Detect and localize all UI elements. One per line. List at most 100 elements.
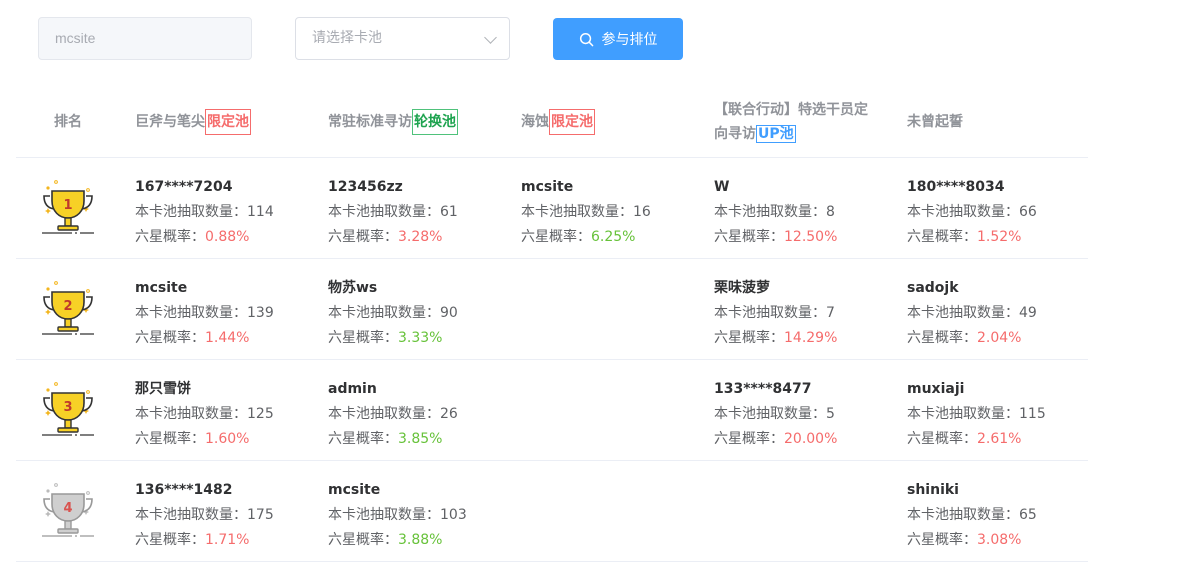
six-star-rate-line: 六星概率：2.61% [907,427,1046,452]
header-rank: 排名 [54,113,82,130]
draw-count-value: 90 [440,305,458,321]
draw-count-line: 本卡池抽取数量：175 [135,503,274,528]
rank-number: 4 [63,501,72,516]
header-col1: 巨斧与笔尖 限定池 [135,86,251,157]
draw-count-value: 49 [1019,305,1037,321]
draw-count-label: 本卡池抽取数量： [714,204,826,220]
header-col3-tag: 限定池 [549,108,595,135]
rank-cell-entry: 那只雪饼 本卡池抽取数量：125 六星概率：1.60% [135,377,274,452]
draw-count-label: 本卡池抽取数量： [714,406,826,422]
player-name: mcsite [135,280,188,296]
draw-count-value: 61 [440,204,458,220]
draw-count-value: 125 [247,406,274,422]
table-row: 3 那只雪饼 本卡池抽取数量：125 六星概率：1.60% admin 本卡池抽取数量：2… [16,360,1088,461]
draw-count-line: 本卡池抽取数量：7 [714,301,837,326]
draw-count-label: 本卡池抽取数量： [135,507,247,523]
rank-cell-entry: 物苏ws 本卡池抽取数量：90 六星概率：3.33% [328,276,458,351]
six-star-rate-label: 六星概率： [714,229,784,245]
table-row: 4 136****1482 本卡池抽取数量：175 六星概率：1.71% mcsite 本… [16,461,1088,562]
draw-count-line: 本卡池抽取数量：61 [328,200,458,225]
six-star-rate-value: 3.28% [398,229,443,245]
draw-count-label: 本卡池抽取数量： [328,406,440,422]
draw-count-label: 本卡池抽取数量： [135,204,247,220]
search-input[interactable]: mcsite [38,17,252,60]
player-name: shiniki [907,482,959,498]
six-star-rate-label: 六星概率： [135,229,205,245]
header-col4: 【联合行动】特选干员定 向寻访 UP池 [714,86,889,157]
draw-count-value: 16 [633,204,651,220]
player-name: sadojk [907,280,959,296]
six-star-rate-label: 六星概率： [328,229,398,245]
rank-cell-entry: 123456zz 本卡池抽取数量：61 六星概率：3.28% [328,175,458,250]
six-star-rate-value: 0.88% [205,229,250,245]
rank-cell-entry: 167****7204 本卡池抽取数量：114 六星概率：0.88% [135,175,274,250]
draw-count-line: 本卡池抽取数量：49 [907,301,1037,326]
rank-cell-entry: 180****8034 本卡池抽取数量：66 六星概率：1.52% [907,175,1037,250]
six-star-rate-label: 六星概率： [328,532,398,548]
draw-count-value: 115 [1019,406,1046,422]
six-star-rate-value: 2.61% [977,431,1022,447]
table-row: 2 mcsite 本卡池抽取数量：139 六星概率：1.44% 物苏ws 本卡池抽取数量：… [16,259,1088,360]
header-col4-name-line2: 向寻访 [714,125,756,142]
draw-count-line: 本卡池抽取数量：65 [907,503,1037,528]
six-star-rate-label: 六星概率： [907,229,977,245]
six-star-rate-value: 20.00% [784,431,838,447]
rank-cell-entry: sadojk 本卡池抽取数量：49 六星概率：2.04% [907,276,1037,351]
draw-count-label: 本卡池抽取数量： [907,204,1019,220]
six-star-rate-line: 六星概率：3.88% [328,528,467,553]
draw-count-value: 103 [440,507,467,523]
pool-select[interactable]: 请选择卡池 [295,17,510,60]
rank-cell-entry: 133****8477 本卡池抽取数量：5 六星概率：20.00% [714,377,837,452]
draw-count-label: 本卡池抽取数量： [328,204,440,220]
six-star-rate-label: 六星概率： [135,532,205,548]
draw-count-line: 本卡池抽取数量：103 [328,503,467,528]
six-star-rate-line: 六星概率：3.33% [328,326,458,351]
player-name: admin [328,381,377,397]
table-row: 1 167****7204 本卡池抽取数量：114 六星概率：0.88% 123456z… [16,158,1088,259]
table-header: 排名 巨斧与笔尖 限定池 常驻标准寻访 轮换池 海蚀 限定池 【联合行动】特选干员定 … [16,86,1088,158]
player-name: 物苏ws [328,280,378,296]
draw-count-line: 本卡池抽取数量：26 [328,402,458,427]
trophy-rank-badge: 2 [36,277,100,341]
header-col4-name-line1: 【联合行动】特选干员定 [714,101,868,118]
six-star-rate-label: 六星概率： [714,431,784,447]
player-name: 133****8477 [714,381,812,397]
rank-number: 3 [63,400,72,415]
six-star-rate-value: 6.25% [591,229,636,245]
rank-cell-entry: 136****1482 本卡池抽取数量：175 六星概率：1.71% [135,478,274,553]
draw-count-line: 本卡池抽取数量：125 [135,402,274,427]
six-star-rate-line: 六星概率：1.60% [135,427,274,452]
six-star-rate-value: 3.33% [398,330,443,346]
trophy-rank-badge: 3 [36,378,100,442]
draw-count-value: 8 [826,204,835,220]
draw-count-line: 本卡池抽取数量：8 [714,200,837,225]
trophy-icon: 3 [42,382,94,436]
table-body: 1 167****7204 本卡池抽取数量：114 六星概率：0.88% 123456z… [16,158,1088,562]
draw-count-value: 65 [1019,507,1037,523]
six-star-rate-line: 六星概率：0.88% [135,225,274,250]
player-name: 栗味菠萝 [714,280,770,296]
six-star-rate-value: 12.50% [784,229,838,245]
six-star-rate-value: 14.29% [784,330,838,346]
six-star-rate-line: 六星概率：3.28% [328,225,458,250]
header-col1-name: 巨斧与笔尖 [135,113,205,130]
header-col1-tag: 限定池 [205,108,251,135]
six-star-rate-value: 1.52% [977,229,1022,245]
trophy-rank-badge: 1 [36,176,100,240]
join-ranking-label: 参与排位 [601,32,658,48]
player-name: 123456zz [328,179,403,195]
rank-cell-entry: mcsite 本卡池抽取数量：16 六星概率：6.25% [521,175,651,250]
draw-count-label: 本卡池抽取数量： [907,507,1019,523]
six-star-rate-line: 六星概率：12.50% [714,225,837,250]
six-star-rate-line: 六星概率：3.85% [328,427,458,452]
rank-cell-entry: W 本卡池抽取数量：8 六星概率：12.50% [714,175,837,250]
six-star-rate-line: 六星概率：20.00% [714,427,837,452]
toolbar: mcsite 请选择卡池 参与排位 [38,17,738,60]
draw-count-value: 139 [247,305,274,321]
draw-count-line: 本卡池抽取数量：114 [135,200,274,225]
six-star-rate-line: 六星概率：1.71% [135,528,274,553]
six-star-rate-label: 六星概率： [907,532,977,548]
join-ranking-button[interactable]: 参与排位 [553,18,683,60]
six-star-rate-line: 六星概率：2.04% [907,326,1037,351]
trophy-icon: 2 [42,281,94,335]
